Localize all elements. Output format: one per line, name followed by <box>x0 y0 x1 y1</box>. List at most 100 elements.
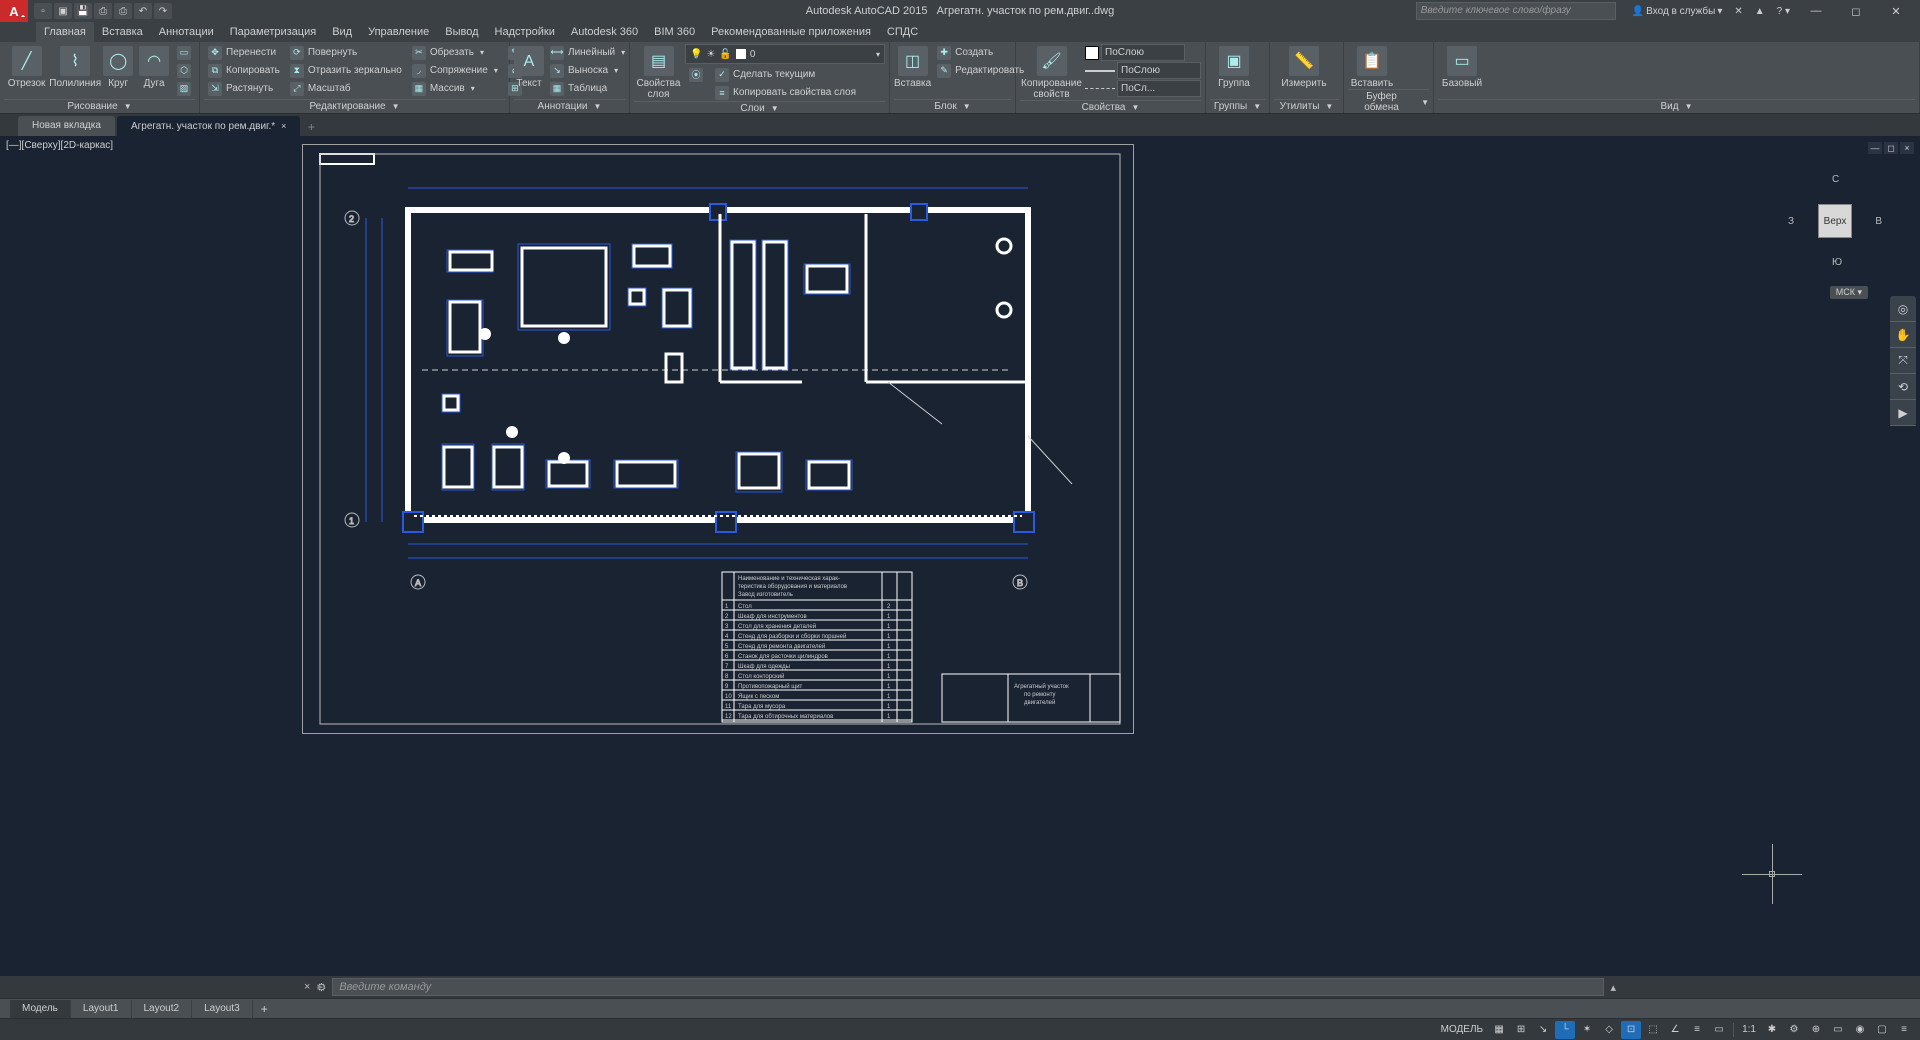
exchange-icon[interactable]: ✕ <box>1728 0 1748 22</box>
maximize-button[interactable]: ◻ <box>1836 0 1876 22</box>
status-ortho-icon[interactable]: └ <box>1555 1021 1575 1039</box>
pan-icon[interactable]: ✋ <box>1890 322 1916 348</box>
layer-combo[interactable]: 💡☀🔓 0 ▾ <box>685 44 885 64</box>
view-cube[interactable]: С Ю В З Верх <box>1790 176 1880 266</box>
status-otrack-icon[interactable]: ∠ <box>1665 1021 1685 1039</box>
sign-in-button[interactable]: 👤 Вход в службы ▾ <box>1626 0 1729 22</box>
vp-minimize-icon[interactable]: — <box>1868 142 1882 154</box>
tab-output[interactable]: Вывод <box>437 22 486 42</box>
tab-start[interactable]: Новая вкладка <box>18 116 115 136</box>
tab-a360[interactable]: Autodesk 360 <box>563 22 646 42</box>
status-grid-icon[interactable]: ▦ <box>1489 1021 1509 1039</box>
insert-block-button[interactable]: ◫Вставка <box>894 44 931 89</box>
viewport-label[interactable]: [—][Сверху][2D-каркас] <box>6 140 113 151</box>
cmd-close-icon[interactable]: × <box>304 981 310 993</box>
draw-more-3[interactable]: ▨ <box>173 80 195 97</box>
panel-annot-title[interactable]: Аннотации▼ <box>514 99 625 113</box>
drawing-area[interactable]: [—][Сверху][2D-каркас] — ◻ × <box>0 136 1920 976</box>
status-clean-icon[interactable]: ▢ <box>1872 1021 1892 1039</box>
fillet-button[interactable]: ◞Сопряжение▾ <box>408 62 502 79</box>
circle-button[interactable]: ◯Круг <box>101 44 135 89</box>
status-custom-icon[interactable]: ≡ <box>1894 1021 1914 1039</box>
layer-tool-1[interactable]: ⦿ <box>685 66 707 83</box>
lineweight-combo[interactable]: ПоСлою <box>1085 62 1201 79</box>
cmd-recent-icon[interactable]: ▴ <box>1610 981 1616 994</box>
match-layer-button[interactable]: ≡Копировать свойства слоя <box>711 84 860 101</box>
tab-spds[interactable]: СПДС <box>879 22 926 42</box>
help-icon[interactable]: ? ▾ <box>1771 0 1796 22</box>
showmotion-icon[interactable]: ▶ <box>1890 400 1916 426</box>
tab-drawing[interactable]: Агрегатн. участок по рем.двиг.*× <box>117 116 300 136</box>
panel-layers-title[interactable]: Слои▼ <box>634 101 885 115</box>
panel-props-title[interactable]: Свойства▼ <box>1020 100 1201 114</box>
orbit-icon[interactable]: ⟲ <box>1890 374 1916 400</box>
layout-add-button[interactable]: + <box>253 1002 276 1016</box>
text-button[interactable]: AТекст <box>514 44 544 89</box>
panel-clip-title[interactable]: Буфер обмена▼ <box>1348 89 1429 114</box>
rotate-button[interactable]: ⟳Повернуть <box>286 44 406 61</box>
line-button[interactable]: ╱Отрезок <box>4 44 49 89</box>
panel-block-title[interactable]: Блок▼ <box>894 99 1011 113</box>
status-annomon-icon[interactable]: ⊕ <box>1806 1021 1826 1039</box>
layout-1[interactable]: Layout1 <box>71 1000 132 1018</box>
close-button[interactable]: ✕ <box>1876 0 1916 22</box>
array-button[interactable]: ▦Массив▾ <box>408 80 502 97</box>
create-block-button[interactable]: ✚Создать <box>933 44 1028 61</box>
paste-button[interactable]: 📋Вставить <box>1348 44 1396 89</box>
move-button[interactable]: ✥Перенести <box>204 44 284 61</box>
minimize-button[interactable]: — <box>1796 0 1836 22</box>
layout-2[interactable]: Layout2 <box>132 1000 193 1018</box>
zoom-extents-icon[interactable]: ⤧ <box>1890 348 1916 374</box>
command-input[interactable]: Введите команду <box>332 978 1604 996</box>
edit-block-button[interactable]: ✎Редактировать <box>933 62 1028 79</box>
status-polar-icon[interactable]: ✶ <box>1577 1021 1597 1039</box>
leader-button[interactable]: ↘Выноска▾ <box>546 62 629 79</box>
status-model[interactable]: МОДЕЛЬ <box>1437 1021 1487 1039</box>
status-tpy-icon[interactable]: ▭ <box>1709 1021 1729 1039</box>
status-3dosnap-icon[interactable]: ⬚ <box>1643 1021 1663 1039</box>
help-search-input[interactable]: Введите ключевое слово/фразу <box>1416 2 1616 20</box>
status-lwt-icon[interactable]: ≡ <box>1687 1021 1707 1039</box>
qat-new-icon[interactable]: ▫ <box>34 3 52 19</box>
draw-more-1[interactable]: ▭ <box>173 44 195 61</box>
tab-view[interactable]: Вид <box>324 22 360 42</box>
qat-save-icon[interactable]: 💾 <box>74 3 92 19</box>
tab-bim360[interactable]: BIM 360 <box>646 22 703 42</box>
scale-button[interactable]: ⤢Масштаб <box>286 80 406 97</box>
mirror-button[interactable]: ⧗Отразить зеркально <box>286 62 406 79</box>
status-iso-icon[interactable]: ◇ <box>1599 1021 1619 1039</box>
status-osnap-icon[interactable]: ⊡ <box>1621 1021 1641 1039</box>
panel-utils-title[interactable]: Утилиты▼ <box>1274 99 1339 113</box>
new-tab-button[interactable]: + <box>302 118 320 136</box>
qat-saveas-icon[interactable]: ⎙ <box>94 3 112 19</box>
qat-undo-icon[interactable]: ↶ <box>134 3 152 19</box>
table-button[interactable]: ▦Таблица <box>546 80 629 97</box>
ucs-label[interactable]: МСК ▾ <box>1830 286 1868 299</box>
steering-wheel-icon[interactable]: ◎ <box>1890 296 1916 322</box>
panel-view-title[interactable]: Вид▼ <box>1438 99 1915 113</box>
qat-redo-icon[interactable]: ↷ <box>154 3 172 19</box>
viewcube-top[interactable]: Верх <box>1818 204 1852 238</box>
copy-button[interactable]: ⧉Копировать <box>204 62 284 79</box>
qat-open-icon[interactable]: ▣ <box>54 3 72 19</box>
status-ws-icon[interactable]: ⚙ <box>1784 1021 1804 1039</box>
close-tab-icon[interactable]: × <box>281 121 286 131</box>
measure-button[interactable]: 📏Измерить <box>1274 44 1334 89</box>
make-current-button[interactable]: ✓Сделать текущим <box>711 66 860 83</box>
draw-more-2[interactable]: ⬡ <box>173 62 195 79</box>
color-combo[interactable]: ПоСлою <box>1085 44 1201 61</box>
tab-manage[interactable]: Управление <box>360 22 437 42</box>
tab-parametric[interactable]: Параметризация <box>222 22 324 42</box>
vp-close-icon[interactable]: × <box>1900 142 1914 154</box>
stretch-button[interactable]: ⇲Растянуть <box>204 80 284 97</box>
tab-home[interactable]: Главная <box>36 22 94 42</box>
match-props-button[interactable]: 🖌Копирование свойств <box>1020 44 1083 100</box>
trim-button[interactable]: ✂Обрезать▾ <box>408 44 502 61</box>
arc-button[interactable]: ◠Дуга <box>137 44 171 89</box>
status-snap-icon[interactable]: ⊞ <box>1511 1021 1531 1039</box>
status-infer-icon[interactable]: ↘ <box>1533 1021 1553 1039</box>
tab-addins[interactable]: Надстройки <box>487 22 563 42</box>
tab-insert[interactable]: Вставка <box>94 22 151 42</box>
qat-print-icon[interactable]: ⎙ <box>114 3 132 19</box>
group-button[interactable]: ▣Группа <box>1210 44 1258 89</box>
